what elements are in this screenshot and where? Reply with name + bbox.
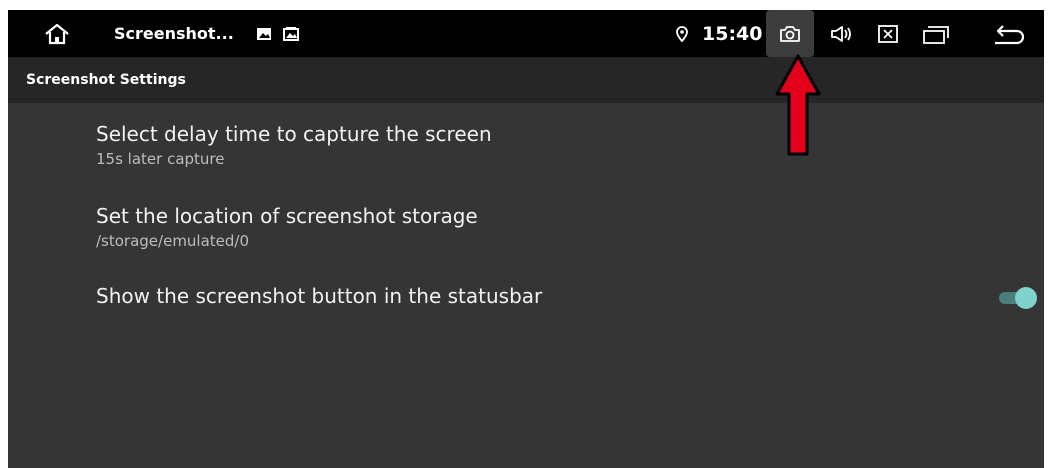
statusbar-button-preference[interactable]: Show the screenshot button in the status… [8,280,1044,330]
preference-summary: 15s later capture [96,150,225,168]
toggle-thumb [1015,287,1037,309]
image-icon [257,27,271,40]
preference-title: Show the screenshot button in the status… [96,284,543,308]
screenshot-button[interactable] [766,10,814,57]
delay-time-preference[interactable]: Select delay time to capture the screen … [8,114,1044,184]
back-button[interactable] [984,10,1034,57]
close-app-button[interactable] [870,10,906,57]
camera-icon [780,25,800,42]
preference-title: Set the location of screenshot storage [96,204,478,228]
recents-icon [923,25,949,44]
home-button[interactable] [32,10,82,57]
preference-summary: /storage/emulated/0 [96,232,250,250]
app-title: Screenshot... [114,24,234,43]
preference-title: Select delay time to capture the screen [96,122,492,146]
page-title: Screenshot Settings [26,72,186,88]
home-icon [45,23,69,44]
device-screen: Screenshot... 15:40 Screenshot Settings … [8,10,1044,468]
clock: 15:40 [702,22,763,45]
volume-button[interactable] [824,10,860,57]
recent-apps-button[interactable] [916,10,956,57]
statusbar-button-toggle[interactable] [999,286,1039,310]
annotation-arrow-icon [775,54,821,156]
status-bar: Screenshot... 15:40 [8,10,1044,57]
settings-header: Screenshot Settings [8,57,1044,103]
gallery-icon [283,26,299,41]
location-icon [676,25,688,42]
location-indicator [672,10,692,57]
volume-icon [831,25,851,42]
back-icon [995,24,1025,44]
notification-icons [250,10,306,57]
storage-location-preference[interactable]: Set the location of screenshot storage /… [8,196,1044,266]
close-box-icon [878,24,898,43]
